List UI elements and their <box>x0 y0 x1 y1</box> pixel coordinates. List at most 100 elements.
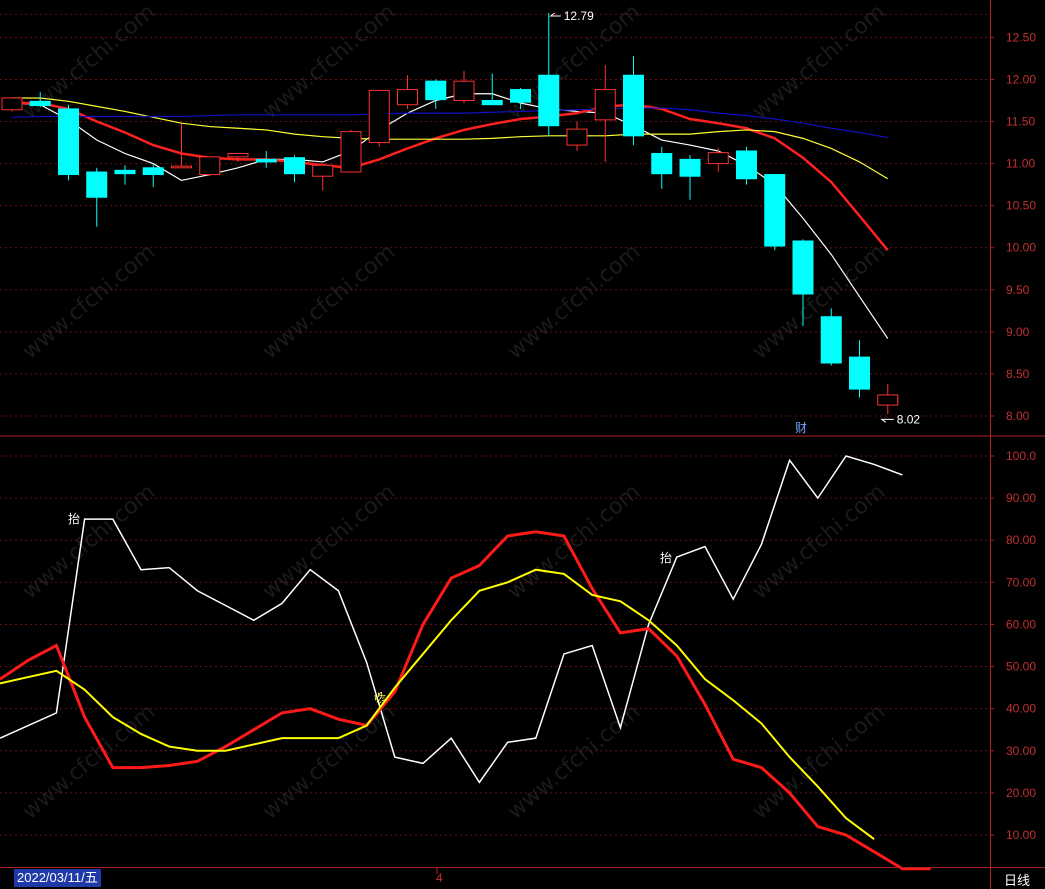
candle-body <box>679 158 701 177</box>
price-axis-label: 12.50 <box>1006 30 1036 44</box>
price-axis-label: 11.00 <box>1006 157 1035 171</box>
candle[interactable] <box>679 155 701 200</box>
min-price-pointer <box>880 418 894 423</box>
candle-body <box>199 156 221 176</box>
candle-body <box>255 158 277 163</box>
month-marker: 4 <box>436 871 443 885</box>
candle-body <box>1 97 23 111</box>
candle-body <box>142 167 164 176</box>
price-axis-label: 12.00 <box>1006 72 1036 86</box>
chart-canvas[interactable]: www.cfchi.com www.cfchi.com www.cfchi.com w… <box>0 0 1045 889</box>
candle-body <box>284 157 305 175</box>
candle-body <box>623 74 644 137</box>
candle[interactable] <box>877 384 899 415</box>
candle-body <box>510 89 531 103</box>
candle-body <box>481 99 503 106</box>
candle-body <box>792 240 814 295</box>
oscillator-axis-label: 20.00 <box>1006 786 1036 800</box>
candle-body <box>594 89 616 121</box>
candle-body <box>877 394 899 406</box>
candle[interactable] <box>58 104 79 181</box>
price-axis-label: 9.50 <box>1006 283 1030 297</box>
candle[interactable] <box>227 153 249 162</box>
oscillator-axis-label: 100.0 <box>1006 449 1036 463</box>
candle[interactable] <box>284 155 305 183</box>
watermark-text: www.cfchi.com <box>748 239 890 364</box>
price-axis-label: 11.50 <box>1006 115 1035 129</box>
candle[interactable] <box>764 174 786 251</box>
candle[interactable] <box>312 163 334 191</box>
watermark-text: www.cfchi.com <box>18 699 160 824</box>
candle[interactable] <box>340 129 362 173</box>
price-axis-label: 8.00 <box>1006 409 1030 423</box>
candle-body <box>397 89 418 106</box>
candle[interactable] <box>86 167 108 227</box>
candle[interactable] <box>171 124 192 169</box>
candle-body <box>651 153 673 175</box>
oscillator-signal-marker: 抬 <box>68 512 80 526</box>
candle[interactable] <box>114 165 136 185</box>
candle-body <box>707 152 729 165</box>
candle[interactable] <box>481 73 503 106</box>
candle-body <box>86 171 108 198</box>
candle[interactable] <box>820 308 842 366</box>
price-axis-label: 9.00 <box>1006 325 1030 339</box>
period-button[interactable]: 日线 <box>1004 870 1030 889</box>
candle[interactable] <box>425 79 447 109</box>
candle-body <box>820 316 842 364</box>
candle-body <box>764 174 786 247</box>
candle[interactable] <box>651 146 673 189</box>
candle-body <box>340 131 362 173</box>
candle[interactable] <box>255 150 277 168</box>
price-axis-label: 10.00 <box>1006 241 1036 255</box>
oscillator-axis-label: 50.00 <box>1006 660 1036 674</box>
moving-average-lines <box>11 93 889 339</box>
candle-body <box>171 165 192 169</box>
candle[interactable] <box>707 148 729 173</box>
candle[interactable] <box>594 65 616 162</box>
price-axis-label: 8.50 <box>1006 367 1030 381</box>
candle-body <box>736 150 757 180</box>
candle[interactable] <box>397 75 418 109</box>
watermark-text: www.cfchi.com <box>18 239 160 364</box>
oscillator-axis-label: 30.00 <box>1006 744 1036 758</box>
candle-body <box>566 128 588 146</box>
candle-body <box>849 356 870 390</box>
price-axis-label: 10.50 <box>1006 199 1036 213</box>
candle-body <box>368 89 390 144</box>
candle[interactable] <box>623 55 644 146</box>
watermark-text: www.cfchi.com <box>748 479 890 604</box>
watermark-text: www.cfchi.com <box>748 699 890 824</box>
candle[interactable] <box>1 97 23 112</box>
axis-layer: 12.50 12.00 11.50 11.00 10.50 10.00 9.50 9.00 8.… <box>0 0 1045 889</box>
candle-body <box>538 74 560 127</box>
watermark-text: www.cfchi.com <box>503 239 645 364</box>
watermark-text: www.cfchi.com <box>748 0 890 125</box>
oscillator-lines <box>0 455 931 871</box>
candle[interactable] <box>199 156 221 177</box>
oscillator-axis-label: 70.00 <box>1006 575 1036 589</box>
oscillator-axis-label: 90.00 <box>1006 491 1036 505</box>
candle-body <box>29 100 51 107</box>
candle-body <box>58 108 79 176</box>
watermark-text: www.cfchi.com <box>18 479 160 604</box>
oscillator-axis-label: 60.00 <box>1006 617 1036 631</box>
cursor-date-label: 2022/03/11/五 <box>14 869 101 887</box>
candle[interactable] <box>368 89 390 147</box>
financial-report-marker: 财 <box>795 421 807 435</box>
candle[interactable] <box>566 121 588 151</box>
candle-body <box>114 169 136 175</box>
watermark-text: www.cfchi.com <box>503 699 645 824</box>
candle[interactable] <box>453 71 475 104</box>
candle-body <box>227 153 249 158</box>
min-price-label: 8.02 <box>897 412 921 426</box>
candle[interactable] <box>736 146 757 185</box>
oscillator-signal-marker: 抬 <box>660 551 672 565</box>
candle-body <box>312 164 334 177</box>
oscillator-axis-label: 40.00 <box>1006 702 1036 716</box>
oscillator-axis-label: 80.00 <box>1006 533 1036 547</box>
max-price-label: 12.79 <box>564 9 594 23</box>
candle-body <box>453 80 475 101</box>
watermark-text: www.cfchi.com <box>258 479 400 604</box>
candle[interactable] <box>849 340 870 398</box>
